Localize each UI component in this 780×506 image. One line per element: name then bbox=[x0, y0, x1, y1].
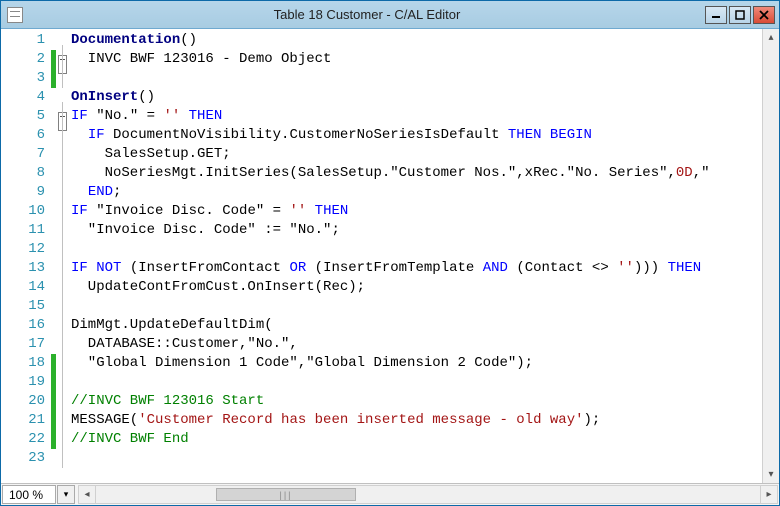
code-line[interactable]: SalesSetup.GET; bbox=[71, 145, 779, 164]
window-controls bbox=[705, 6, 775, 24]
scroll-up-arrow-icon[interactable]: ▴ bbox=[763, 29, 779, 46]
fold-cell bbox=[57, 411, 71, 430]
vertical-scrollbar[interactable]: ▴ ▾ bbox=[762, 29, 779, 483]
line-number: 12 bbox=[13, 240, 51, 259]
line-number: 7 bbox=[13, 145, 51, 164]
code-line[interactable]: END; bbox=[71, 183, 779, 202]
code-line[interactable] bbox=[71, 373, 779, 392]
line-number: 1 bbox=[13, 31, 51, 50]
minimize-button[interactable] bbox=[705, 6, 727, 24]
fold-cell bbox=[57, 164, 71, 183]
line-number: 3 bbox=[13, 69, 51, 88]
fold-cell bbox=[57, 240, 71, 259]
zoom-dropdown-button[interactable]: ▾ bbox=[57, 485, 75, 504]
line-number: 9 bbox=[13, 183, 51, 202]
line-number: 8 bbox=[13, 164, 51, 183]
fold-gutter bbox=[57, 29, 71, 483]
fold-cell bbox=[57, 373, 71, 392]
code-line[interactable] bbox=[71, 69, 779, 88]
code-line[interactable]: UpdateContFromCust.OnInsert(Rec); bbox=[71, 278, 779, 297]
code-line[interactable]: IF "Invoice Disc. Code" = '' THEN bbox=[71, 202, 779, 221]
line-number: 10 bbox=[13, 202, 51, 221]
status-bar: 100 % ▾ ◂ ||| ▸ bbox=[1, 483, 779, 505]
titlebar[interactable]: Table 18 Customer - C/AL Editor bbox=[1, 1, 779, 29]
maximize-icon bbox=[735, 10, 745, 20]
fold-cell bbox=[57, 259, 71, 278]
line-number: 23 bbox=[13, 449, 51, 468]
window-icon bbox=[7, 7, 23, 23]
line-number: 2 bbox=[13, 50, 51, 69]
scroll-right-arrow-icon[interactable]: ▸ bbox=[760, 486, 777, 503]
line-number: 11 bbox=[13, 221, 51, 240]
line-number: 4 bbox=[13, 88, 51, 107]
fold-cell bbox=[57, 354, 71, 373]
gutter-spacer bbox=[1, 29, 13, 483]
fold-cell bbox=[57, 202, 71, 221]
code-line[interactable] bbox=[71, 449, 779, 468]
editor-area: 1234567891011121314151617181920212223 Do… bbox=[1, 29, 779, 483]
line-number: 13 bbox=[13, 259, 51, 278]
hscroll-thumb[interactable]: ||| bbox=[216, 488, 356, 501]
fold-cell bbox=[57, 278, 71, 297]
code-line[interactable]: "Global Dimension 1 Code","Global Dimens… bbox=[71, 354, 779, 373]
horizontal-scrollbar[interactable]: ◂ ||| ▸ bbox=[78, 485, 778, 504]
code-line[interactable]: INVC BWF 123016 - Demo Object bbox=[71, 50, 779, 69]
line-number: 15 bbox=[13, 297, 51, 316]
code-line[interactable]: OnInsert() bbox=[71, 88, 779, 107]
line-number: 14 bbox=[13, 278, 51, 297]
zoom-level[interactable]: 100 % bbox=[2, 485, 56, 504]
fold-cell bbox=[57, 392, 71, 411]
code-line[interactable]: DimMgt.UpdateDefaultDim( bbox=[71, 316, 779, 335]
code-line[interactable] bbox=[71, 240, 779, 259]
close-icon bbox=[759, 10, 769, 20]
minimize-icon bbox=[711, 10, 721, 20]
code-line[interactable]: IF NOT (InsertFromContact OR (InsertFrom… bbox=[71, 259, 779, 278]
code-line[interactable]: MESSAGE('Customer Record has been insert… bbox=[71, 411, 779, 430]
code-line[interactable]: NoSeriesMgt.InitSeries(SalesSetup."Custo… bbox=[71, 164, 779, 183]
fold-cell[interactable] bbox=[57, 31, 71, 50]
close-button[interactable] bbox=[753, 6, 775, 24]
line-number: 5 bbox=[13, 107, 51, 126]
code-line[interactable]: IF "No." = '' THEN bbox=[71, 107, 779, 126]
line-number: 22 bbox=[13, 430, 51, 449]
code-line[interactable]: DATABASE::Customer,"No.", bbox=[71, 335, 779, 354]
fold-cell bbox=[57, 297, 71, 316]
fold-cell bbox=[57, 126, 71, 145]
line-number: 18 bbox=[13, 354, 51, 373]
line-number: 19 bbox=[13, 373, 51, 392]
fold-cell bbox=[57, 221, 71, 240]
window-title: Table 18 Customer - C/AL Editor bbox=[29, 7, 705, 22]
fold-cell bbox=[57, 335, 71, 354]
line-number-gutter: 1234567891011121314151617181920212223 bbox=[13, 29, 51, 483]
code-line[interactable]: Documentation() bbox=[71, 31, 779, 50]
fold-cell[interactable] bbox=[57, 88, 71, 107]
fold-cell bbox=[57, 50, 71, 69]
line-number: 6 bbox=[13, 126, 51, 145]
scroll-down-arrow-icon[interactable]: ▾ bbox=[763, 466, 779, 483]
code-line[interactable]: //INVC BWF End bbox=[71, 430, 779, 449]
fold-cell bbox=[57, 183, 71, 202]
fold-cell bbox=[57, 430, 71, 449]
code-line[interactable]: IF DocumentNoVisibility.CustomerNoSeries… bbox=[71, 126, 779, 145]
fold-cell bbox=[57, 69, 71, 88]
code-text-area[interactable]: Documentation() INVC BWF 123016 - Demo O… bbox=[71, 29, 779, 483]
scroll-left-arrow-icon[interactable]: ◂ bbox=[79, 486, 96, 503]
line-number: 17 bbox=[13, 335, 51, 354]
hscroll-track[interactable]: ||| bbox=[96, 486, 760, 503]
line-number: 20 bbox=[13, 392, 51, 411]
maximize-button[interactable] bbox=[729, 6, 751, 24]
fold-cell bbox=[57, 316, 71, 335]
line-number: 21 bbox=[13, 411, 51, 430]
fold-cell bbox=[57, 107, 71, 126]
line-number: 16 bbox=[13, 316, 51, 335]
fold-cell bbox=[57, 449, 71, 468]
fold-cell bbox=[57, 145, 71, 164]
code-line[interactable]: //INVC BWF 123016 Start bbox=[71, 392, 779, 411]
code-line[interactable]: "Invoice Disc. Code" := "No."; bbox=[71, 221, 779, 240]
code-line[interactable] bbox=[71, 297, 779, 316]
